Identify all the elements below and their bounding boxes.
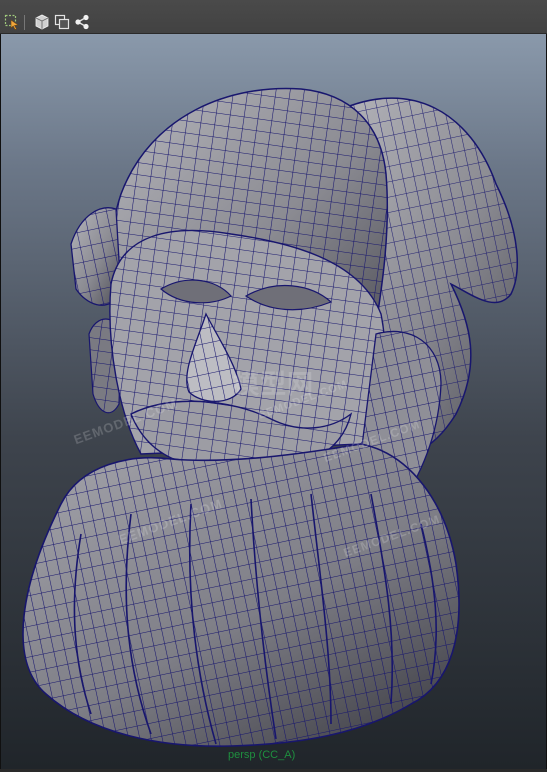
cube-icon[interactable] xyxy=(34,14,50,30)
share-nodes-icon[interactable] xyxy=(74,14,90,30)
viewport-toolbar xyxy=(0,0,547,34)
select-icon[interactable] xyxy=(4,14,20,30)
perspective-viewport[interactable]: EEMODEL.COM EEMODEL.COM EEMODEL.COM EEMO… xyxy=(0,34,547,769)
head-wireframe-model xyxy=(22,87,518,747)
camera-label: persp (CC_A) xyxy=(228,749,296,761)
maya-viewport-window: EEMODEL.COM EEMODEL.COM EEMODEL.COM EEMO… xyxy=(0,0,547,772)
toolbar-separator xyxy=(24,15,25,30)
window-icon[interactable] xyxy=(54,14,70,30)
